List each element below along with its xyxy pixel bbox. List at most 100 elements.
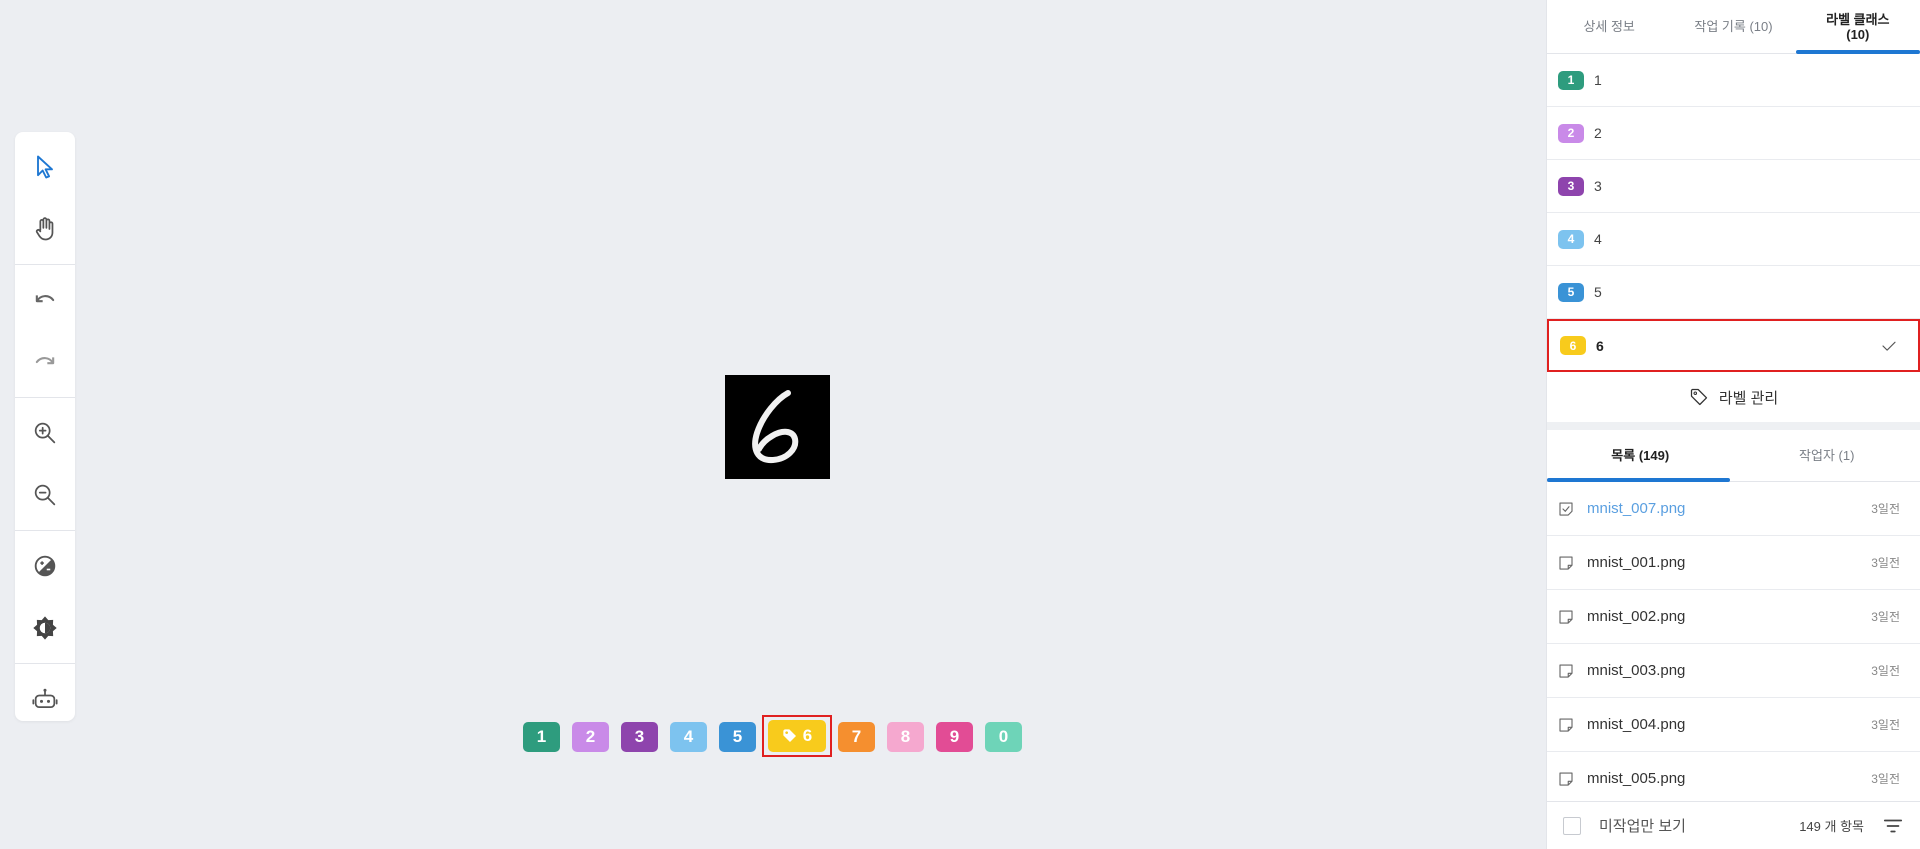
undo-icon <box>35 295 55 303</box>
label-class-row[interactable]: 44 <box>1547 213 1920 266</box>
tab-file-list[interactable]: 목록 (149) <box>1547 430 1734 482</box>
tag-icon <box>1690 388 1707 406</box>
class-badge: 5 <box>1558 282 1584 302</box>
file-time: 3일전 <box>1871 556 1900 570</box>
label-chip-9[interactable]: 9 <box>936 722 973 752</box>
redo-button[interactable] <box>15 331 75 393</box>
undo-button[interactable] <box>15 269 75 331</box>
class-badge: 2 <box>1558 123 1584 143</box>
file-row[interactable]: mnist_007.png 3일전 <box>1547 482 1920 536</box>
file-row[interactable]: mnist_002.png 3일전 <box>1547 590 1920 644</box>
label-chip-text: 6 <box>802 726 813 745</box>
file-row[interactable]: mnist_004.png 3일전 <box>1547 698 1920 752</box>
select-cursor-icon <box>37 155 53 179</box>
file-icon <box>1559 555 1573 570</box>
tool-palette <box>15 132 75 721</box>
tab-label-classes-text: 라벨 클래스 (10) <box>1826 12 1889 42</box>
manage-labels-label: 라벨 관리 <box>1718 389 1779 407</box>
file-name: mnist_007.png <box>1587 500 1686 517</box>
contrast-icon <box>34 555 56 577</box>
file-name: mnist_002.png <box>1587 608 1686 625</box>
list-tabs: 목록 (149) 작업자 (1) <box>1547 430 1920 482</box>
tab-label-classes[interactable]: 라벨 클래스 (10) <box>1795 0 1920 54</box>
tool-group-auto <box>15 664 75 734</box>
class-badge: 1 <box>1558 70 1584 90</box>
file-name: mnist_003.png <box>1587 662 1686 679</box>
label-chip-3[interactable]: 3 <box>621 722 658 752</box>
label-chip-2[interactable]: 2 <box>572 722 609 752</box>
label-class-list: 112233445566 <box>1547 54 1920 372</box>
image-canvas[interactable]: 12345 6 7890 <box>0 0 1546 849</box>
class-badge: 3 <box>1558 176 1584 196</box>
tab-label-classes-line2: (10) <box>1846 26 1870 42</box>
file-time: 3일전 <box>1871 610 1900 624</box>
panel-tabs: 상세 정보 작업 기록 (10) 라벨 클래스 (10) <box>1547 0 1920 54</box>
select-tool-button[interactable] <box>15 136 75 198</box>
redo-icon <box>35 357 55 365</box>
checkmark-icon <box>1882 341 1896 351</box>
tool-group-adjust <box>15 531 75 664</box>
file-icon <box>1559 609 1573 624</box>
zoom-in-button[interactable] <box>15 402 75 464</box>
label-class-row[interactable]: 33 <box>1547 160 1920 213</box>
selected-chip-outline: 6 <box>762 715 832 757</box>
file-time: 3일전 <box>1871 664 1900 678</box>
file-time: 3일전 <box>1871 772 1900 786</box>
file-name: mnist_004.png <box>1587 716 1686 733</box>
label-chip-7[interactable]: 7 <box>838 722 875 752</box>
file-row[interactable]: mnist_005.png 3일전 <box>1547 752 1920 806</box>
tab-workers[interactable]: 작업자 (1) <box>1734 430 1920 481</box>
item-count: 149 개 항목 <box>1799 819 1864 834</box>
label-class-row[interactable]: 22 <box>1547 107 1920 160</box>
file-name: mnist_005.png <box>1587 770 1686 787</box>
file-icon <box>1559 771 1573 786</box>
tag-icon <box>783 729 796 742</box>
label-class-row[interactable]: 55 <box>1547 266 1920 319</box>
auto-label-button[interactable] <box>15 668 75 730</box>
class-name: 6 <box>1596 337 1604 354</box>
brightness-icon <box>33 616 57 640</box>
label-chip-6[interactable]: 6 <box>768 720 826 752</box>
manage-labels-button[interactable]: 라벨 관리 <box>1547 372 1920 422</box>
class-name: 4 <box>1594 231 1602 247</box>
unworked-only-label: 미작업만 보기 <box>1599 818 1686 835</box>
section-divider <box>1547 422 1920 430</box>
label-class-row[interactable]: 66 <box>1547 319 1920 372</box>
file-row[interactable]: mnist_001.png 3일전 <box>1547 536 1920 590</box>
pan-tool-button[interactable] <box>15 198 75 260</box>
hand-pan-icon <box>35 217 54 241</box>
zoom-out-icon <box>34 484 56 506</box>
label-chip-4[interactable]: 4 <box>670 722 707 752</box>
brightness-button[interactable] <box>15 597 75 659</box>
class-name: 3 <box>1594 178 1602 194</box>
unworked-only-checkbox[interactable] <box>1563 816 1581 835</box>
class-badge: 6 <box>1560 336 1586 355</box>
contrast-button[interactable] <box>15 535 75 597</box>
tab-details[interactable]: 상세 정보 <box>1547 0 1671 53</box>
file-list: mnist_007.png 3일전 mnist_001.png 3일전 mnist_00… <box>1547 482 1920 806</box>
right-panel: 상세 정보 작업 기록 (10) 라벨 클래스 (10) 112233445566… <box>1546 0 1920 849</box>
label-class-row[interactable]: 11 <box>1547 54 1920 107</box>
mnist-image[interactable] <box>725 375 830 479</box>
label-chip-8[interactable]: 8 <box>887 722 924 752</box>
file-icon <box>1559 663 1573 678</box>
file-name: mnist_001.png <box>1587 554 1686 571</box>
class-name: 2 <box>1594 125 1602 141</box>
class-name: 1 <box>1594 72 1602 88</box>
tab-history[interactable]: 작업 기록 (10) <box>1671 0 1795 53</box>
file-time: 3일전 <box>1871 502 1900 516</box>
zoom-out-button[interactable] <box>15 464 75 526</box>
file-row[interactable]: mnist_003.png 3일전 <box>1547 644 1920 698</box>
quick-label-chip-bar: 12345 6 7890 <box>523 715 1034 757</box>
filter-icon[interactable] <box>1882 815 1904 837</box>
handwritten-digit-six <box>752 390 799 464</box>
file-time: 3일전 <box>1871 718 1900 732</box>
label-chip-5[interactable]: 5 <box>719 722 756 752</box>
tool-group-history <box>15 265 75 398</box>
label-chip-1[interactable]: 1 <box>523 722 560 752</box>
tab-label-classes-line1: 라벨 클래스 <box>1826 11 1890 27</box>
list-footer: 미작업만 보기 149 개 항목 <box>1547 801 1920 849</box>
label-chip-0[interactable]: 0 <box>985 722 1022 752</box>
zoom-in-icon <box>34 422 56 444</box>
tool-group-navigation <box>15 132 75 265</box>
